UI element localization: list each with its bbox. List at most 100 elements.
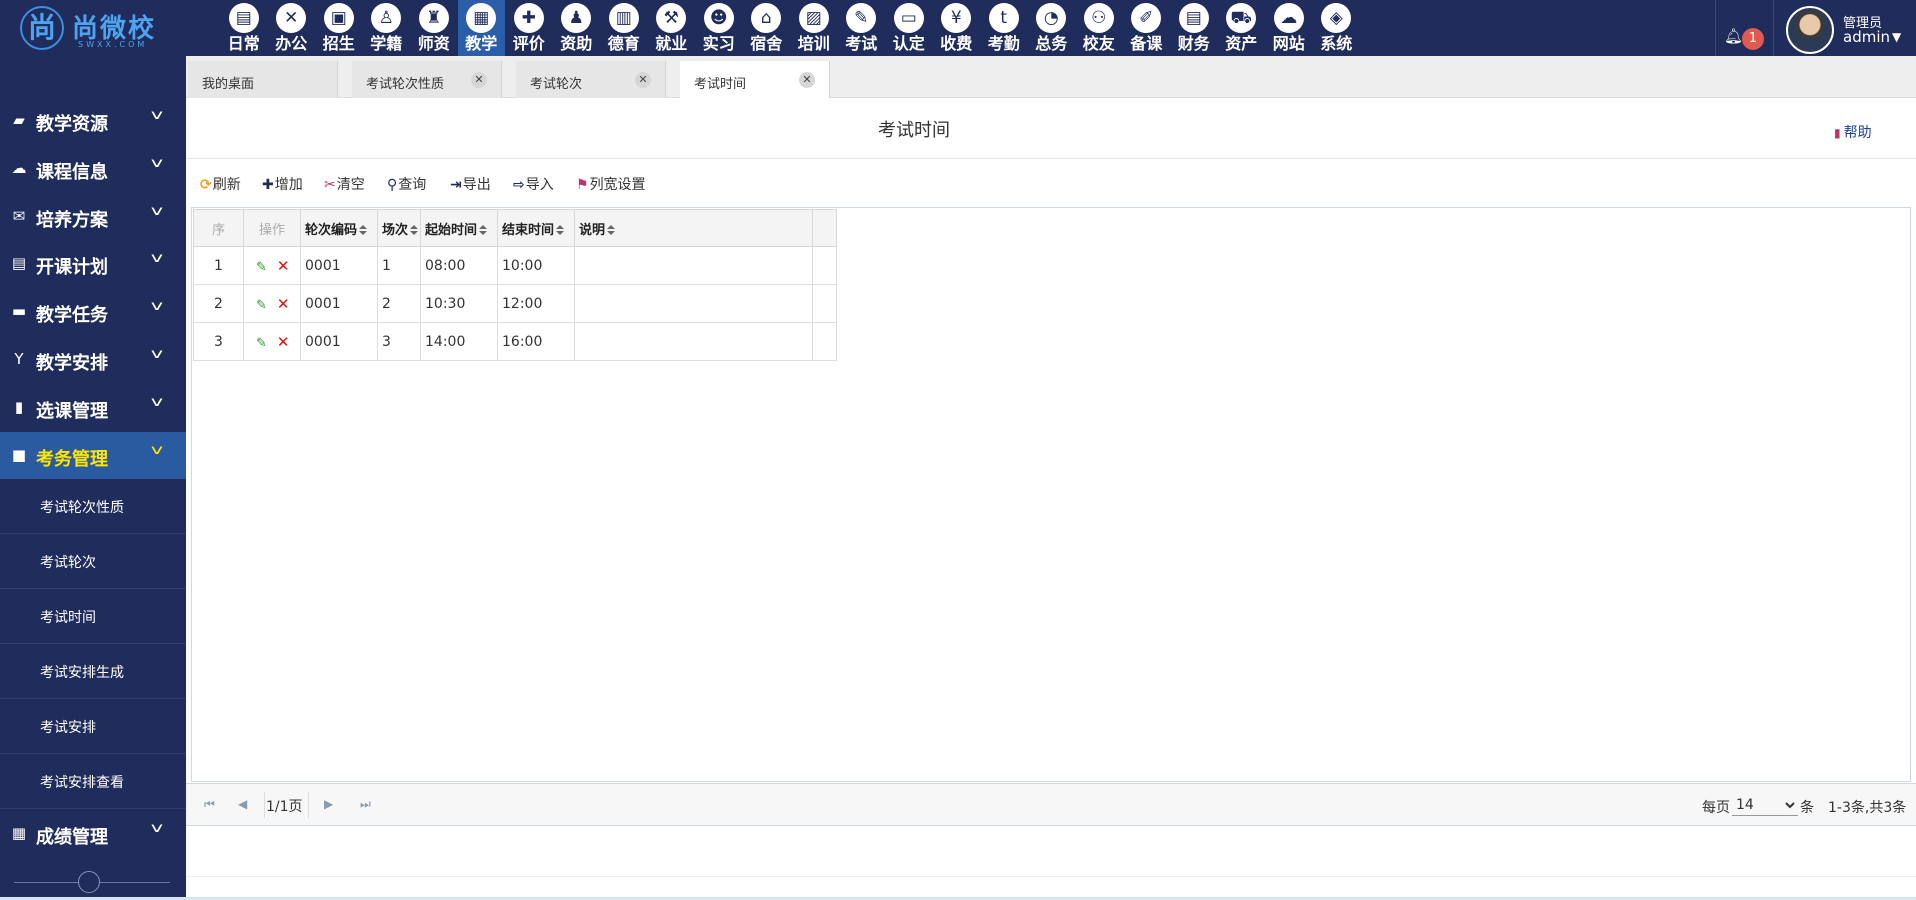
col-header-session[interactable]: 场次 [377,209,421,247]
sidebar-item-label: 考试安排 [40,720,96,736]
module-employment[interactable]: ⚒ 就业 [648,0,696,56]
sidebar-group-training-plan[interactable]: ✉ 培养方案 v [0,193,186,240]
page-info: 1/1页 [266,799,303,815]
export-button[interactable]: ⇥导出 [450,174,491,194]
module-moral[interactable]: ▥ 德育 [600,0,648,56]
module-internship[interactable]: ☻ 实习 [695,0,743,56]
pencil-icon[interactable]: ✎ [256,298,267,313]
sidebar-item-exam-schedule[interactable]: 考试安排 [0,699,186,754]
tab-my-desktop[interactable]: 我的桌面 [188,61,338,98]
sidebar-item-exam-round-type[interactable]: 考试轮次性质 [0,479,186,534]
tab-exam-time[interactable]: 考试时间 ✕ [680,61,830,98]
close-icon[interactable]: ✕ [635,72,651,88]
module-lesson-prep[interactable]: ✐ 备课 [1123,0,1171,56]
cell-end-time: 12:00 [497,284,575,323]
sidebar-item-label: 考试时间 [40,610,96,626]
logo-emblem-icon: 尚 [20,6,64,50]
avatar[interactable] [1786,6,1834,54]
module-faculty[interactable]: ♜ 师资 [410,0,458,56]
per-page-select[interactable]: 14 [1732,794,1798,816]
next-page-icon[interactable]: ▶ [324,797,333,811]
col-header-start-time[interactable]: 起始时间 [420,209,498,247]
col-header-round-code[interactable]: 轮次编码 [300,209,378,247]
module-aid[interactable]: ♟ 资助 [553,0,601,56]
module-website[interactable]: ☁ 网站 [1265,0,1313,56]
tab-exam-round-type[interactable]: 考试轮次性质 ✕ [352,61,502,98]
delete-icon[interactable]: ✕ [277,295,290,313]
module-certification[interactable]: ▭ 认定 [885,0,933,56]
chevron-down-icon: v [150,251,164,266]
sidebar-item-exam-time[interactable]: 考试时间 [0,589,186,644]
sidebar-group-course-selection[interactable]: ▮ 选课管理 v [0,384,186,431]
module-alumni[interactable]: ⚇ 校友 [1075,0,1123,56]
tab-exam-round[interactable]: 考试轮次 ✕ [516,61,666,98]
module-student-status[interactable]: ♙ 学籍 [363,0,411,56]
module-teaching[interactable]: ▦ 教学 [457,0,505,56]
sort-icon [556,224,565,236]
sidebar-group-teaching-arrangement[interactable]: Y 教学安排 v [0,336,186,383]
pencil-icon[interactable]: ✎ [256,260,267,275]
user-name[interactable]: admin [1843,28,1890,46]
prev-page-icon[interactable]: ◀ [238,797,247,811]
cell-description [574,246,813,285]
divider [186,876,1916,877]
last-page-icon[interactable]: ⏭ [360,797,371,812]
module-daily[interactable]: ▤ 日常 [220,0,268,56]
sidebar-group-teaching-tasks[interactable]: ▬ 教学任务 v [0,288,186,335]
table-row[interactable]: 3 ✎ ✕ 0001 3 14:00 16:00 [193,322,837,361]
delete-icon[interactable]: ✕ [277,333,290,351]
table-row[interactable]: 2 ✎ ✕ 0001 2 10:30 12:00 [193,284,837,323]
refresh-button[interactable]: ⟳刷新 [200,174,241,194]
add-label: 增加 [274,177,303,193]
sidebar-group-course-plan[interactable]: ▤ 开课计划 v [0,240,186,287]
sidebar-group-teaching-resources[interactable]: ▰ 教学资源 v [0,97,186,144]
bell-icon[interactable]: 🔔︎ [1724,28,1743,44]
first-page-icon[interactable]: ⏮ [204,797,215,812]
divider [264,792,265,818]
cell-round-code: 0001 [300,246,378,285]
col-header-end-time[interactable]: 结束时间 [497,209,575,247]
module-exam[interactable]: ✎ 考试 [838,0,886,56]
caret-down-icon[interactable]: ▼ [1892,30,1901,44]
sidebar-group-exam-affairs[interactable]: ■ 考务管理 v [0,432,186,479]
cloud-icon: ☁ [11,159,27,177]
module-label: 日常 [227,34,260,53]
pin-icon: ⚑ [576,177,589,193]
sidebar-item-exam-round[interactable]: 考试轮次 [0,534,186,589]
module-general-affairs[interactable]: ◔ 总务 [1028,0,1076,56]
module-admission[interactable]: ▣ 招生 [315,0,363,56]
module-finance[interactable]: ▤ 财务 [1170,0,1218,56]
table-row[interactable]: 1 ✎ ✕ 0001 1 08:00 10:00 [193,246,837,285]
close-icon[interactable]: ✕ [799,72,815,88]
sidebar-item-exam-schedule-generate[interactable]: 考试安排生成 [0,644,186,699]
module-assets[interactable]: ⛟ 资产 [1218,0,1266,56]
table-header-row: 序 操作 轮次编码 场次 起始时间 结束时间 说明 [193,209,837,247]
import-button[interactable]: ⇨导入 [513,174,554,194]
module-fees[interactable]: ¥ 收费 [933,0,981,56]
module-attendance[interactable]: t 考勤 [980,0,1028,56]
module-label: 德育 [607,34,640,53]
query-button[interactable]: ⚲查询 [387,174,426,194]
module-system[interactable]: ◈ 系统 [1313,0,1361,56]
calendar-plus-icon: ✚ [513,3,544,33]
module-office[interactable]: ✕ 办公 [268,0,316,56]
add-button[interactable]: ✚增加 [262,174,303,194]
image-icon: ▨ [798,3,829,33]
col-header-description[interactable]: 说明 [574,209,813,247]
sidebar-group-course-info[interactable]: ☁ 课程信息 v [0,145,186,192]
brand-logo[interactable]: 尚 尚微校 SWXX.COM [20,6,170,50]
header-label: 说明 [579,222,606,238]
module-training[interactable]: ▨ 培训 [790,0,838,56]
notification-badge[interactable]: 1 [1742,28,1764,50]
clear-button[interactable]: ✂清空 [324,174,365,194]
sidebar-resize-handle[interactable] [78,871,100,893]
close-icon[interactable]: ✕ [471,72,487,88]
delete-icon[interactable]: ✕ [277,257,290,275]
pencil-icon[interactable]: ✎ [256,336,267,351]
module-evaluation[interactable]: ✚ 评价 [505,0,553,56]
column-width-button[interactable]: ⚑列宽设置 [576,174,646,194]
module-dormitory[interactable]: ⌂ 宿舍 [743,0,791,56]
help-link[interactable]: ▮ 帮助 [1834,122,1872,142]
sidebar-item-exam-schedule-view[interactable]: 考试安排查看 [0,754,186,809]
sidebar-group-grades[interactable]: ▦ 成绩管理 v [0,810,186,857]
